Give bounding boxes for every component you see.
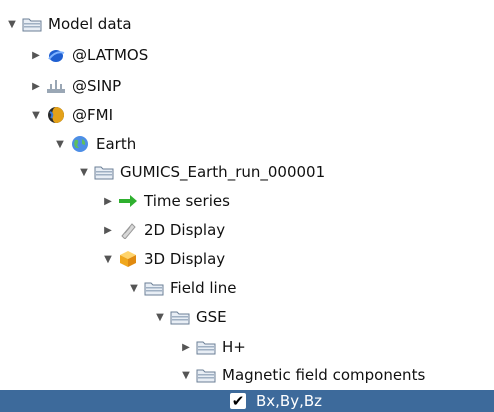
expand-triangle-icon[interactable]: ▼ bbox=[78, 167, 90, 178]
tree-node-label: Bx,By,Bz bbox=[256, 392, 323, 410]
tree-node-label: @SINP bbox=[72, 77, 122, 95]
2d-display-icon bbox=[118, 221, 138, 239]
tree-node-label: 3D Display bbox=[144, 250, 226, 268]
tree-node-2d-display[interactable]: ▶ 2D Display bbox=[0, 218, 494, 242]
expand-triangle-icon[interactable]: ▼ bbox=[180, 370, 192, 381]
tree-node-3d-display[interactable]: ▼ 3D Display bbox=[0, 247, 494, 271]
expand-triangle-icon[interactable]: ▼ bbox=[30, 110, 42, 121]
tree-node-earth[interactable]: ▼ Earth bbox=[0, 132, 494, 156]
tree-node-label: Earth bbox=[96, 135, 137, 153]
tree-node-label: H+ bbox=[222, 338, 246, 356]
collapse-triangle-icon[interactable]: ▶ bbox=[30, 50, 42, 61]
tree-node-label: Field line bbox=[170, 279, 237, 297]
tree-node-label: GSE bbox=[196, 308, 227, 326]
sinp-icon bbox=[46, 77, 66, 95]
tree-node-time-series[interactable]: ▶ Time series bbox=[0, 189, 494, 213]
collapse-triangle-icon[interactable]: ▶ bbox=[102, 196, 114, 207]
tree-node-fmi[interactable]: ▼ @FMI bbox=[0, 103, 494, 127]
collapse-triangle-icon[interactable]: ▶ bbox=[102, 225, 114, 236]
expand-triangle-icon[interactable]: ▼ bbox=[154, 312, 166, 323]
folder-icon bbox=[94, 163, 114, 181]
tree-node-gumics-run[interactable]: ▼ GUMICS_Earth_run_000001 bbox=[0, 160, 494, 184]
expand-triangle-icon[interactable]: ▼ bbox=[54, 139, 66, 150]
expand-triangle-icon[interactable]: ▼ bbox=[102, 254, 114, 265]
folder-icon bbox=[22, 15, 42, 33]
fmi-globe-icon bbox=[46, 106, 66, 124]
tree-node-label: 2D Display bbox=[144, 221, 226, 239]
tree-node-bx-by-bz[interactable]: ✔ Bx,By,Bz bbox=[0, 390, 494, 412]
time-series-arrow-icon bbox=[118, 192, 138, 210]
tree-node-field-line[interactable]: ▼ Field line bbox=[0, 276, 494, 300]
folder-icon bbox=[144, 279, 164, 297]
collapse-triangle-icon[interactable]: ▶ bbox=[180, 342, 192, 353]
3d-display-cube-icon bbox=[118, 250, 138, 268]
tree-node-latmos[interactable]: ▶ @LATMOS bbox=[0, 43, 494, 67]
checkmark-icon[interactable]: ✔ bbox=[230, 392, 246, 410]
earth-icon bbox=[70, 135, 90, 153]
tree-node-gse[interactable]: ▼ GSE bbox=[0, 305, 494, 329]
tree-node-label: @FMI bbox=[72, 106, 113, 124]
tree-node-magnetic-field-components[interactable]: ▼ Magnetic field components bbox=[0, 363, 494, 387]
tree-node-h-plus[interactable]: ▶ H+ bbox=[0, 335, 494, 359]
folder-icon bbox=[196, 366, 216, 384]
latmos-icon bbox=[46, 46, 66, 64]
expand-triangle-icon[interactable]: ▼ bbox=[6, 19, 18, 30]
expand-triangle-icon[interactable]: ▼ bbox=[128, 283, 140, 294]
tree-node-sinp[interactable]: ▶ @SINP bbox=[0, 74, 494, 98]
folder-icon bbox=[196, 338, 216, 356]
tree-node-label: Time series bbox=[144, 192, 230, 210]
tree-node-label: Model data bbox=[48, 15, 132, 33]
collapse-triangle-icon[interactable]: ▶ bbox=[30, 81, 42, 92]
tree-node-model-data[interactable]: ▼ Model data bbox=[0, 12, 494, 36]
folder-icon bbox=[170, 308, 190, 326]
tree-node-label: Magnetic field components bbox=[222, 366, 426, 384]
tree-node-label: GUMICS_Earth_run_000001 bbox=[120, 163, 326, 181]
tree-node-label: @LATMOS bbox=[72, 46, 149, 64]
